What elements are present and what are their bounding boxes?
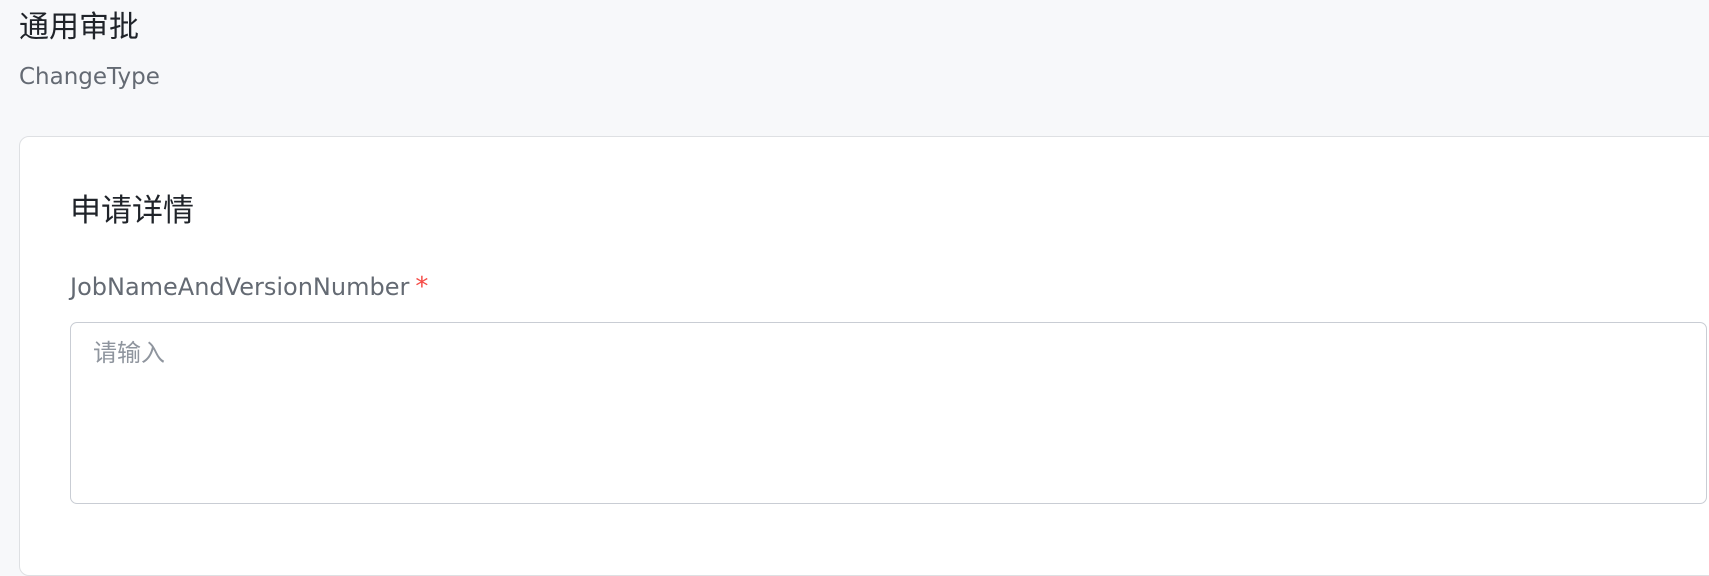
page-subtitle: ChangeType bbox=[19, 64, 160, 90]
section-title: 申请详情 bbox=[70, 193, 194, 229]
job-name-field-label: JobNameAndVersionNumber * bbox=[70, 271, 428, 303]
page-header: 通用审批 ChangeType bbox=[19, 8, 160, 92]
page-title: 通用审批 bbox=[19, 10, 139, 45]
form-card: 申请详情 JobNameAndVersionNumber * bbox=[19, 136, 1709, 576]
required-mark: * bbox=[415, 272, 429, 302]
job-name-label-text: JobNameAndVersionNumber bbox=[70, 273, 410, 301]
job-name-input[interactable] bbox=[70, 322, 1707, 504]
